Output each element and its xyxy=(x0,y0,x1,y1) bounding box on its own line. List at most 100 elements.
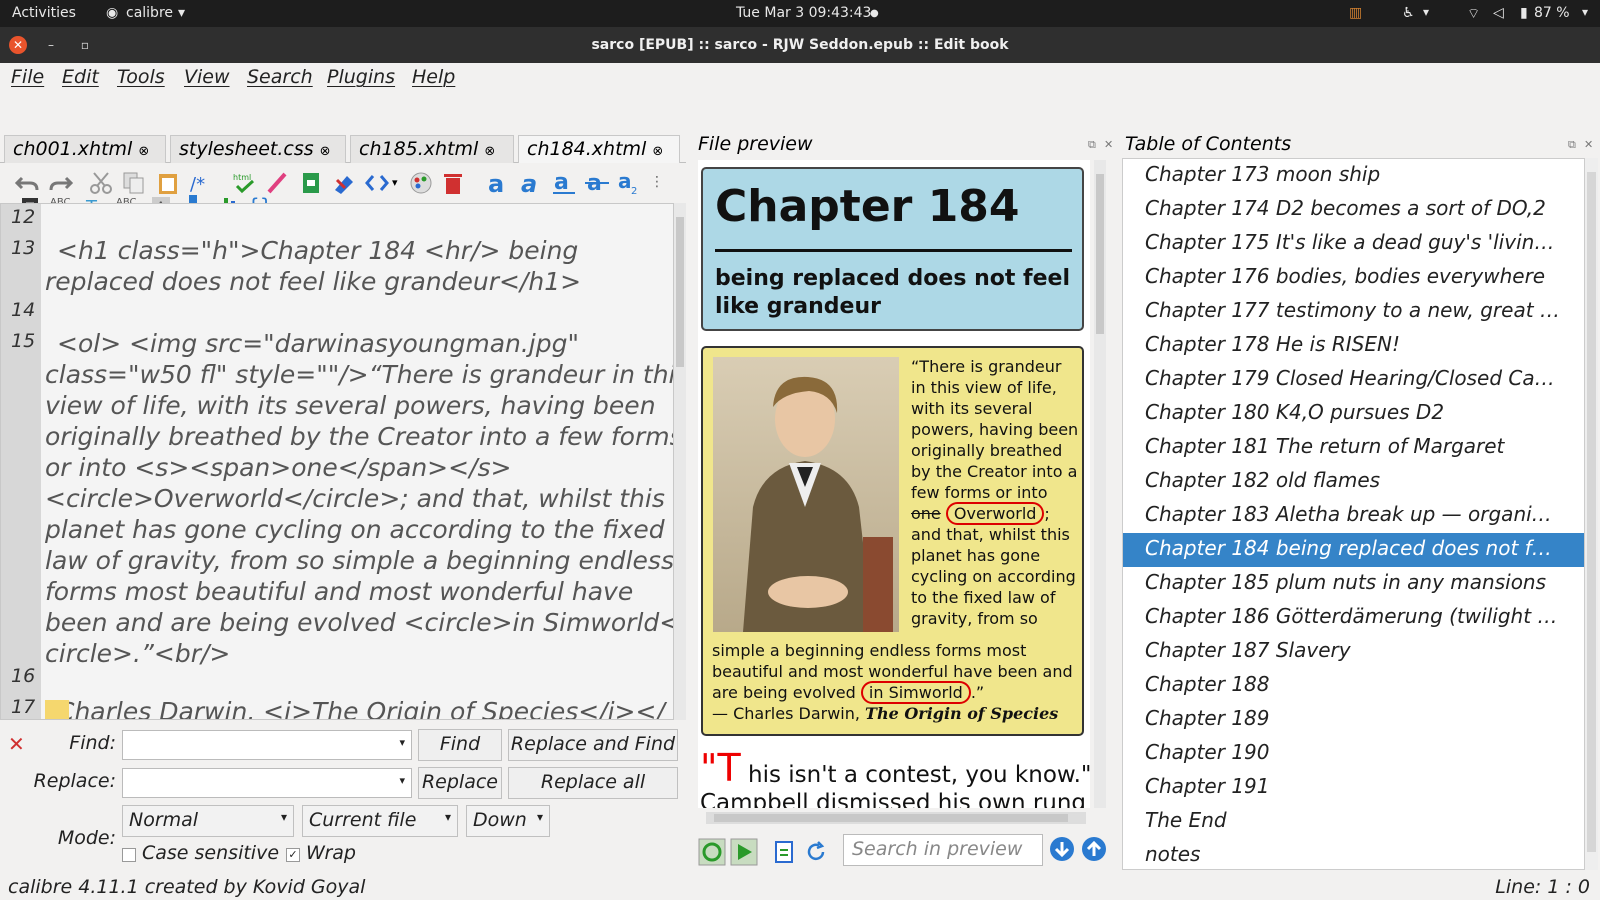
toc-item[interactable]: The End xyxy=(1123,805,1584,839)
close-tab-icon[interactable]: ⊗ xyxy=(138,144,149,159)
chevron-down-icon[interactable]: ▾ xyxy=(399,774,405,787)
editor-scrollbar[interactable] xyxy=(674,203,686,720)
find-button[interactable]: Find xyxy=(418,729,502,761)
play-icon[interactable] xyxy=(730,838,758,866)
toc-item[interactable]: Chapter 176 bodies, bodies everywhere xyxy=(1123,261,1584,295)
replace-input[interactable]: ▾ xyxy=(122,768,412,798)
toc-item[interactable]: Chapter 181 The return of Margaret xyxy=(1123,431,1584,465)
toc-item[interactable]: Chapter 178 He is RISEN! xyxy=(1123,329,1584,363)
app-menu-icon[interactable]: ◉ xyxy=(106,5,118,21)
books-tray-icon[interactable]: ▥ xyxy=(1349,5,1362,21)
toc-item[interactable]: Chapter 184 being replaced does not feel… xyxy=(1123,533,1584,567)
scroll-thumb[interactable] xyxy=(676,217,684,367)
float-panel-icon[interactable]: ⧉ xyxy=(1088,138,1096,152)
activities-button[interactable]: Activities xyxy=(12,5,76,21)
cut-icon[interactable] xyxy=(88,170,114,196)
preview-hscrollbar[interactable] xyxy=(706,812,1086,824)
check-html-icon[interactable]: html xyxy=(232,170,258,196)
toc-item[interactable]: Chapter 182 old flames xyxy=(1123,465,1584,499)
replace-all-button[interactable]: Replace all xyxy=(508,767,678,799)
scroll-thumb[interactable] xyxy=(714,814,1068,822)
toc-list[interactable]: Chapter 173 moon ship Chapter 174 D2 beco… xyxy=(1122,158,1585,870)
underline-icon[interactable]: a xyxy=(551,170,577,196)
app-menu-label[interactable]: calibre xyxy=(126,5,173,21)
scope-select[interactable]: Current file ▾ xyxy=(302,805,458,837)
replace-and-find-button[interactable]: Replace and Find xyxy=(508,729,678,761)
italic-icon[interactable]: a xyxy=(518,170,544,196)
volume-icon[interactable]: ◁ xyxy=(1493,5,1504,21)
toc-item[interactable]: Chapter 173 moon ship xyxy=(1123,159,1584,193)
find-input[interactable]: ▾ xyxy=(122,730,412,760)
paste-icon[interactable] xyxy=(155,170,181,196)
toc-item[interactable]: Chapter 189 xyxy=(1123,703,1584,737)
menu-view[interactable]: View xyxy=(184,66,230,88)
clock[interactable]: Tue Mar 3 09:43:43 xyxy=(736,5,871,21)
toc-item[interactable]: Chapter 179 Closed Hearing/Closed Casket xyxy=(1123,363,1584,397)
menu-file[interactable]: File xyxy=(11,66,44,88)
comment-icon[interactable]: /* xyxy=(188,170,214,196)
menu-tools[interactable]: Tools xyxy=(117,66,165,88)
direction-select[interactable]: Down ▾ xyxy=(466,805,550,837)
preview-scrollbar[interactable] xyxy=(1094,160,1106,808)
tab-stylesheet[interactable]: stylesheet.css ⊗ xyxy=(170,135,346,163)
toc-item[interactable]: Chapter 186 Götterdämerung (twilight of … xyxy=(1123,601,1584,635)
subscript-icon[interactable]: a2 xyxy=(616,170,642,196)
undo-icon[interactable] xyxy=(14,170,40,196)
code-tags-icon[interactable] xyxy=(364,170,390,196)
toc-item[interactable]: Chapter 177 testimony to a new, great bo… xyxy=(1123,295,1584,329)
menu-help[interactable]: Help xyxy=(412,66,455,88)
close-panel-icon[interactable]: ✕ xyxy=(1104,138,1113,151)
code-editor[interactable]: 12 13 14 15 16 17 <h1 class="h">Chapter … xyxy=(0,203,674,720)
toc-item[interactable]: Chapter 191 xyxy=(1123,771,1584,805)
toc-item[interactable]: Chapter 180 K4,O pursues D2 xyxy=(1123,397,1584,431)
color-palette-icon[interactable] xyxy=(408,170,434,196)
strikethrough-icon[interactable]: a xyxy=(584,170,610,196)
more-icon[interactable]: ⋮ xyxy=(650,174,664,190)
wrap-checkbox[interactable]: ✓ xyxy=(286,848,300,862)
toc-item[interactable]: notes xyxy=(1123,839,1584,869)
mode-select[interactable]: Normal ▾ xyxy=(122,805,294,837)
toc-item[interactable]: Chapter 185 plum nuts in any mansions xyxy=(1123,567,1584,601)
auto-reload-icon[interactable] xyxy=(698,838,726,866)
case-sensitive-checkbox[interactable] xyxy=(122,848,136,862)
file-preview[interactable]: Chapter 184 being replaced does not feel… xyxy=(698,160,1090,808)
search-previous-icon[interactable] xyxy=(1081,836,1107,862)
toc-item[interactable]: Chapter 187 Slavery xyxy=(1123,635,1584,669)
toc-item[interactable]: Chapter 183 Aletha break up — organic pr… xyxy=(1123,499,1584,533)
chevron-down-icon[interactable]: ▾ xyxy=(399,736,405,749)
sync-icon[interactable] xyxy=(772,840,796,864)
close-tab-icon[interactable]: ⊗ xyxy=(652,144,663,159)
preview-search-input[interactable]: Search in preview xyxy=(843,834,1043,866)
toc-item[interactable]: Chapter 188 xyxy=(1123,669,1584,703)
refresh-icon[interactable] xyxy=(804,840,828,864)
toc-scrollbar[interactable] xyxy=(1585,158,1598,870)
scroll-thumb[interactable] xyxy=(1587,172,1596,852)
close-panel-icon[interactable]: ✕ xyxy=(8,732,25,756)
toc-item[interactable]: Chapter 174 D2 becomes a sort of DO,2 xyxy=(1123,193,1584,227)
redo-icon[interactable] xyxy=(48,170,74,196)
menu-plugins[interactable]: Plugins xyxy=(327,66,395,88)
search-next-icon[interactable] xyxy=(1049,836,1075,862)
scroll-thumb[interactable] xyxy=(1096,174,1104,334)
trash-icon[interactable] xyxy=(440,170,466,196)
close-tab-icon[interactable]: ⊗ xyxy=(320,144,331,159)
replace-button[interactable]: Replace xyxy=(418,767,502,799)
bold-icon[interactable]: a xyxy=(485,170,511,196)
tab-ch185[interactable]: ch185.xhtml ⊗ xyxy=(350,135,514,163)
float-panel-icon[interactable]: ⧉ xyxy=(1568,138,1576,152)
menu-search[interactable]: Search xyxy=(247,66,313,88)
insert-tag-icon[interactable] xyxy=(331,170,357,196)
toc-item[interactable]: Chapter 190 xyxy=(1123,737,1584,771)
battery-icon[interactable]: ▮ xyxy=(1520,5,1528,21)
tab-ch001[interactable]: ch001.xhtml ⊗ xyxy=(4,135,166,163)
close-panel-icon[interactable]: ✕ xyxy=(1584,138,1593,151)
insert-file-icon[interactable] xyxy=(298,170,324,196)
menu-edit[interactable]: Edit xyxy=(62,66,99,88)
tab-ch184[interactable]: ch184.xhtml ⊗ xyxy=(518,135,680,163)
toc-item[interactable]: Chapter 175 It's like a dead guy's 'livi… xyxy=(1123,227,1584,261)
brush-icon[interactable] xyxy=(265,170,291,196)
wifi-icon[interactable]: ⌔ xyxy=(1467,5,1480,23)
chevron-down-icon[interactable]: ▾ xyxy=(392,176,398,189)
close-tab-icon[interactable]: ⊗ xyxy=(484,144,495,159)
copy-icon[interactable] xyxy=(121,170,147,196)
